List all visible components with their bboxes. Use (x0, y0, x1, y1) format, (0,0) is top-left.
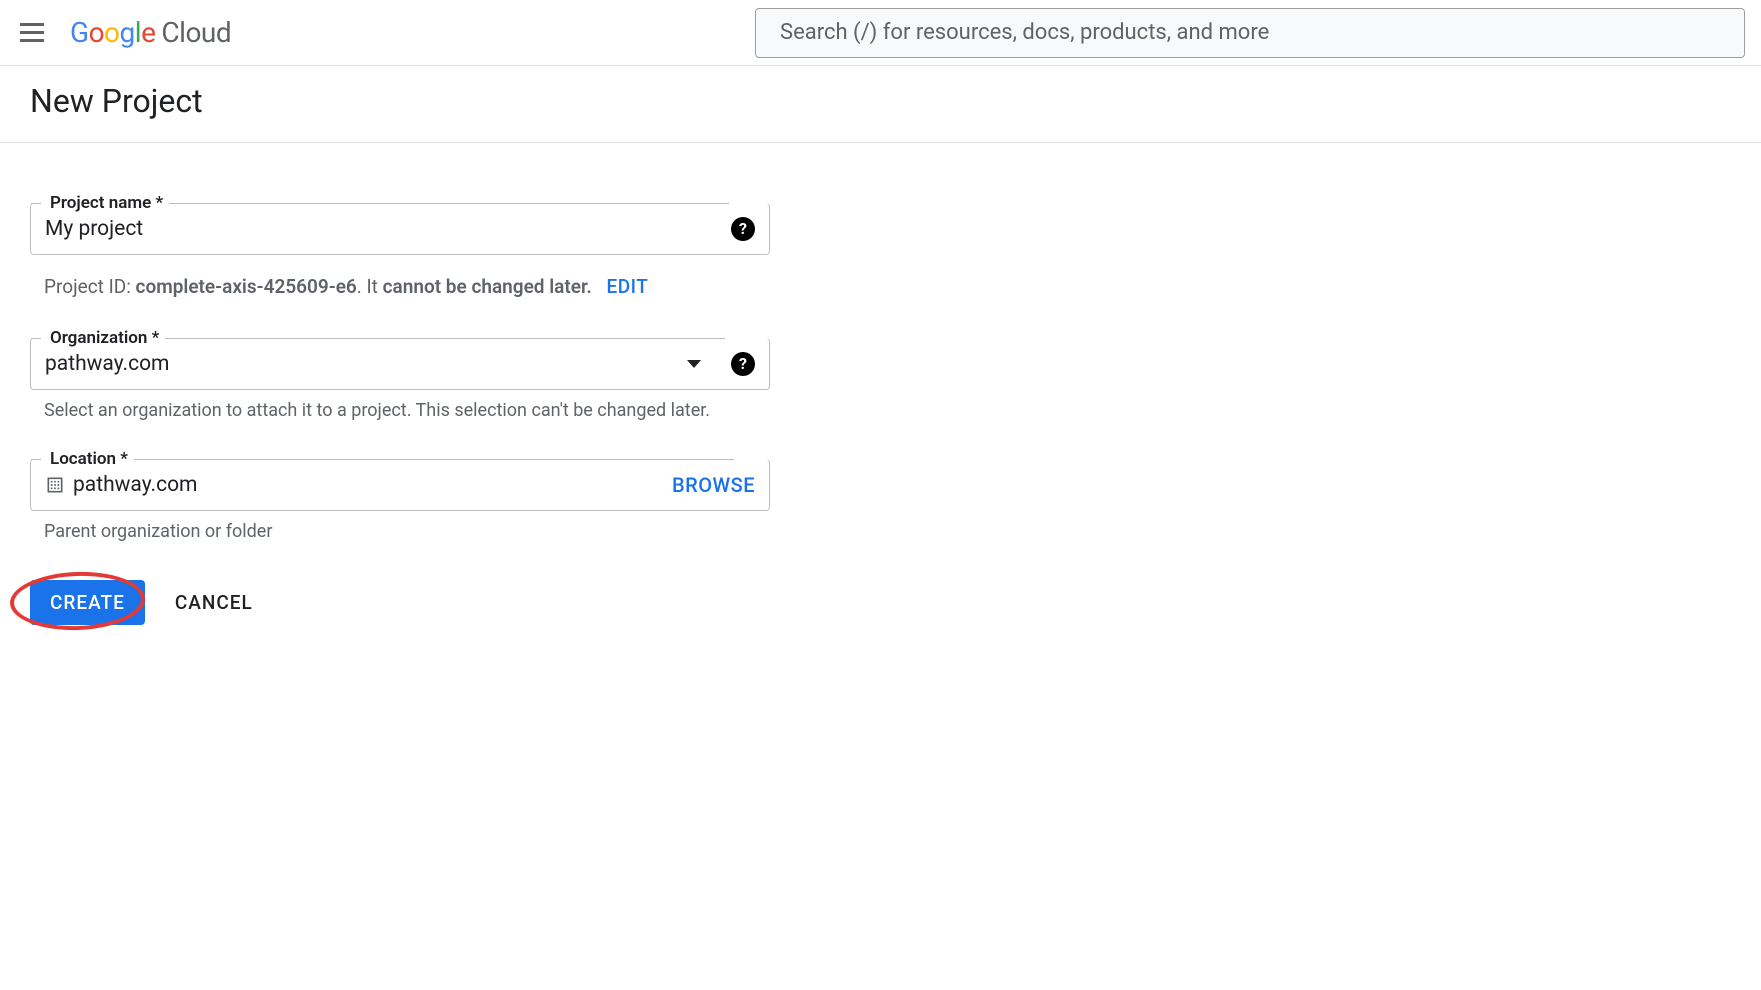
project-name-input[interactable] (45, 217, 731, 241)
page-title: New Project (30, 82, 1731, 120)
project-id-text: Project ID: complete-axis-425609-e6. It … (30, 275, 770, 298)
organization-field: Organization * pathway.com ? (30, 338, 770, 390)
edit-project-id-button[interactable]: EDIT (607, 275, 649, 298)
help-icon[interactable]: ? (731, 352, 755, 376)
header: GoogleCloud (0, 0, 1761, 66)
search-input[interactable] (755, 8, 1745, 58)
create-button[interactable]: CREATE (30, 580, 145, 625)
location-wrapper: pathway.com BROWSE (30, 459, 770, 511)
browse-button[interactable]: BROWSE (672, 473, 755, 497)
chevron-down-icon (687, 360, 701, 368)
location-label: Location * (44, 449, 134, 469)
cancel-button[interactable]: CANCEL (175, 591, 253, 614)
form-container: Project name * ? Project ID: complete-ax… (0, 143, 800, 685)
project-id-suffix2: cannot be changed later. (383, 275, 592, 298)
project-id-suffix1: . It (357, 275, 383, 298)
project-id-prefix: Project ID: (44, 275, 136, 298)
help-icon[interactable]: ? (731, 217, 755, 241)
hamburger-menu-icon[interactable] (16, 17, 48, 49)
organization-label: Organization * (44, 328, 165, 348)
location-field: Location * pathway.com BROWSE (30, 459, 770, 511)
subheader: New Project (0, 66, 1761, 143)
location-helper: Parent organization or folder (30, 521, 770, 542)
project-name-field: Project name * ? (30, 203, 770, 255)
project-id-value: complete-axis-425609-e6 (136, 275, 357, 298)
organization-helper: Select an organization to attach it to a… (30, 400, 770, 421)
organization-value: pathway.com (45, 352, 687, 376)
project-name-label: Project name * (44, 193, 169, 213)
building-icon (45, 475, 65, 495)
logo[interactable]: GoogleCloud (70, 16, 231, 49)
button-row: CREATE CANCEL (30, 580, 770, 625)
search-container (755, 8, 1745, 58)
location-value: pathway.com (73, 473, 672, 497)
